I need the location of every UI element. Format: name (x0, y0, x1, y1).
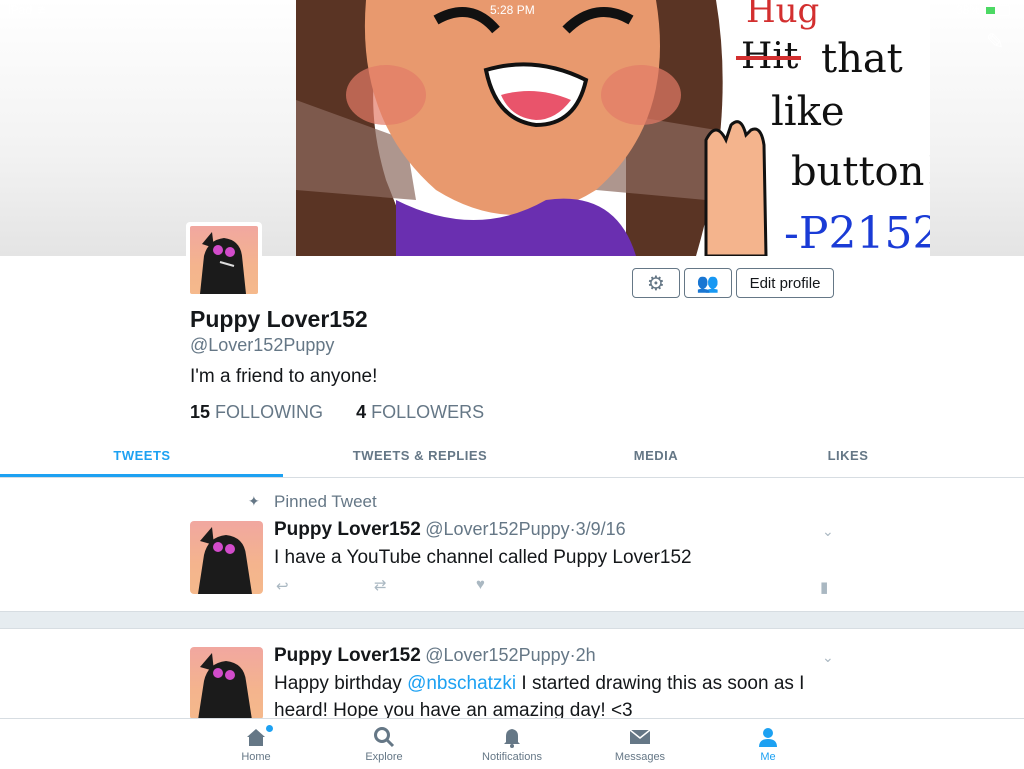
tab-media[interactable]: MEDIA (586, 432, 726, 478)
retweet-icon[interactable]: ⇄ (374, 576, 387, 594)
tweet-header: Puppy Lover152 @Lover152Puppy·2h (274, 645, 596, 667)
chevron-down-icon[interactable]: ⌄ (822, 523, 834, 540)
profile-name: Puppy Lover152 (190, 306, 368, 332)
lists-button[interactable]: 👥 (684, 268, 732, 298)
following-link[interactable]: 15 FOLLOWING (190, 402, 323, 422)
header-artwork: Hug Hit that like button! -P2152 (296, 0, 930, 256)
mention-link[interactable]: @nbschatzki (407, 673, 516, 694)
home-icon (247, 729, 265, 746)
tweet-author-name[interactable]: Puppy Lover152 (274, 645, 421, 666)
bottom-tab-bar: Home Explore Notifications Messages Me (0, 718, 1024, 768)
people-icon: 👥 (696, 272, 720, 293)
profile-header-banner: Hug Hit that like button! -P2152 iPad ≇ … (0, 0, 1024, 256)
device-label: iPad (8, 3, 33, 17)
tweet-pinned[interactable]: ✦ Pinned Tweet Puppy Lover152 @Lover152P… (0, 479, 1024, 611)
tweet-avatar[interactable] (190, 647, 263, 718)
followers-label: FOLLOWERS (371, 402, 485, 422)
like-heart-icon[interactable]: ♥ (476, 576, 485, 593)
tab-me[interactable]: Me (718, 719, 818, 769)
tab-me-label: Me (760, 751, 776, 763)
header-drawing: Hug Hit that like button! -P2152 (296, 0, 930, 256)
followers-link[interactable]: 4 FOLLOWERS (356, 402, 484, 422)
tweet-item[interactable]: Puppy Lover152 @Lover152Puppy·2h ⌄ Happy… (0, 629, 1024, 718)
pinned-label: Pinned Tweet (274, 492, 377, 511)
active-tab-indicator (0, 474, 283, 477)
analytics-icon[interactable]: ▮ (820, 578, 828, 596)
tab-messages-label: Messages (614, 751, 666, 763)
tab-notifications[interactable]: Notifications (462, 719, 562, 769)
tab-notifications-label: Notifications (482, 751, 542, 763)
pin-icon: ✦ (248, 493, 260, 509)
svg-text:like: like (771, 89, 845, 135)
battery-icon (984, 5, 1010, 16)
wifi-icon: ≇ (36, 3, 47, 17)
envelope-icon (629, 729, 651, 744)
profile-stats: 15 FOLLOWING 4 FOLLOWERS (190, 402, 484, 423)
notification-dot (266, 725, 273, 732)
tab-likes[interactable]: LIKES (778, 432, 918, 478)
compose-tweet-icon[interactable]: ✎ (986, 30, 1010, 54)
avatar-drawing (200, 232, 246, 294)
profile-bio: I'm a friend to anyone! (190, 366, 378, 387)
following-count: 15 (190, 402, 211, 422)
bell-icon (504, 729, 520, 748)
edit-profile-button[interactable]: Edit profile (736, 268, 834, 298)
chevron-down-icon[interactable]: ⌄ (822, 649, 834, 666)
tweet-author-name[interactable]: Puppy Lover152 (274, 519, 421, 540)
following-label: FOLLOWING (215, 402, 324, 422)
search-icon (374, 727, 395, 748)
profile-handle: @Lover152Puppy (190, 335, 335, 355)
tab-messages[interactable]: Messages (590, 719, 690, 769)
tweet-date: 3/9/16 (575, 519, 626, 539)
tab-tweets[interactable]: TWEETS (38, 432, 246, 478)
tweet-text-part: Happy birthday (274, 673, 408, 694)
battery-percent: 38% (956, 3, 981, 17)
tweet-author-handle[interactable]: @Lover152Puppy (425, 519, 569, 539)
tab-home[interactable]: Home (206, 719, 306, 769)
tab-explore[interactable]: Explore (334, 719, 434, 769)
tweet-author-handle[interactable]: @Lover152Puppy (425, 645, 569, 665)
tweet-avatar-drawing (198, 527, 252, 594)
svg-text:button!: button! (791, 149, 930, 195)
svg-text:-P2152: -P2152 (784, 208, 930, 256)
tab-home-label: Home (241, 751, 271, 763)
svg-text:that: that (821, 36, 903, 82)
tweet-avatar[interactable] (190, 521, 263, 594)
settings-button[interactable]: ⚙ (632, 268, 680, 298)
profile-avatar[interactable] (186, 222, 262, 298)
tweet-date: 2h (575, 645, 596, 665)
tweet-text: Happy birthday @nbschatzki I started dra… (274, 670, 834, 718)
profile-tabs: TWEETS TWEETS & REPLIES MEDIA LIKES (0, 432, 1024, 478)
reply-icon[interactable]: ↩ (276, 577, 289, 595)
tweet-avatar-drawing (198, 653, 252, 718)
tab-tweets-replies[interactable]: TWEETS & REPLIES (320, 432, 520, 478)
person-icon (759, 728, 777, 747)
tweet-separator (0, 611, 1024, 629)
gear-icon: ⚙ (647, 272, 665, 295)
tweet-text: I have a YouTube channel called Puppy Lo… (274, 547, 692, 568)
followers-count: 4 (356, 402, 367, 422)
tweet-header: Puppy Lover152 @Lover152Puppy·3/9/16 (274, 519, 626, 541)
status-time: 5:28 PM (490, 3, 535, 17)
tab-explore-label: Explore (365, 751, 403, 763)
ios-status-bar: iPad ≇ 5:28 PM 38% (0, 0, 1024, 20)
